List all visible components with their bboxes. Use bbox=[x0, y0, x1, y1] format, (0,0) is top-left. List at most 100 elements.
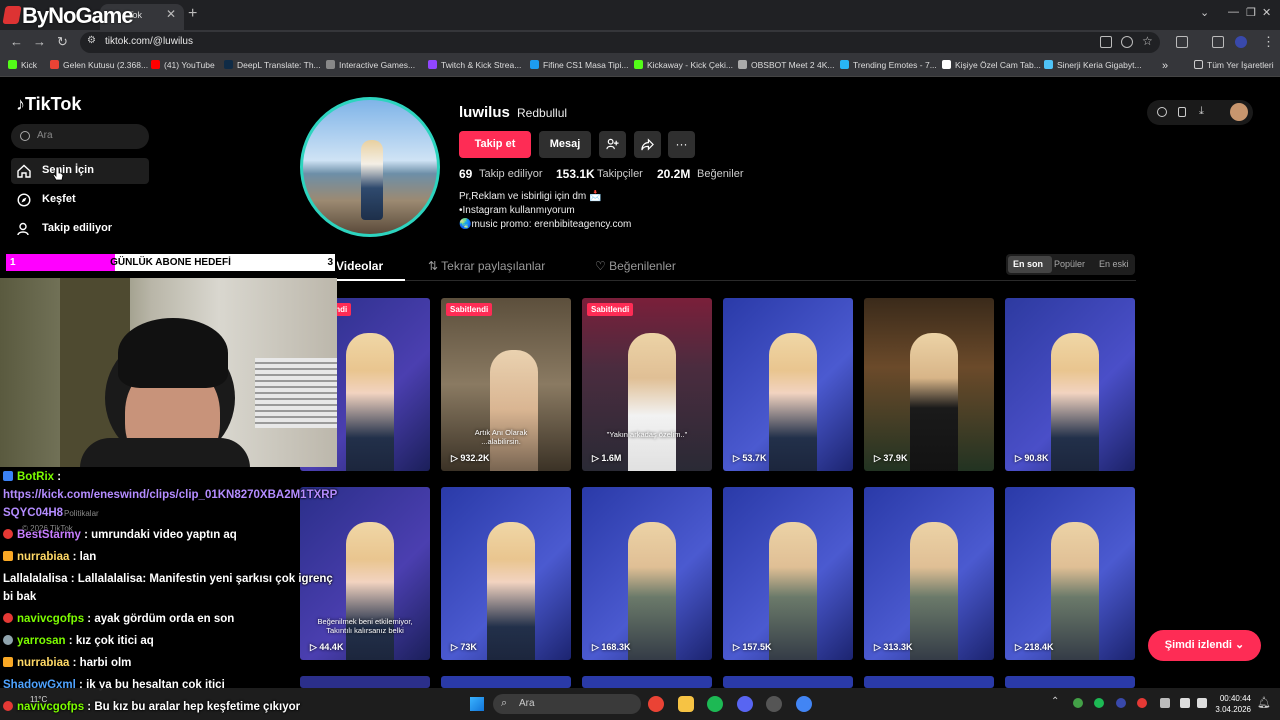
sort-latest[interactable]: En son bbox=[1013, 259, 1043, 269]
video-card[interactable] bbox=[300, 676, 430, 688]
url-field[interactable]: ⚙ tiktok.com/@luwilus bbox=[80, 32, 1160, 53]
tiktok-logo[interactable]: ♪TikTok bbox=[16, 94, 81, 115]
views-count: 168.3K bbox=[601, 642, 631, 652]
coins-icon[interactable] bbox=[1157, 107, 1167, 117]
minimize-icon[interactable]: — bbox=[1228, 6, 1239, 18]
tray-app-icon[interactable] bbox=[1073, 698, 1083, 708]
sidebar-item-following[interactable]: Takip ediliyor bbox=[11, 216, 149, 242]
tray-record-icon[interactable] bbox=[1137, 698, 1147, 708]
bookmark-item[interactable]: Interactive Games... bbox=[326, 60, 415, 70]
bookmark-item[interactable]: Twitch & Kick Strea... bbox=[428, 60, 521, 70]
search-input[interactable]: Ara bbox=[11, 124, 149, 149]
bookmark-label: Kişiye Özel Cam Tab... bbox=[955, 60, 1041, 70]
explorer-taskbar-icon[interactable] bbox=[678, 696, 694, 712]
tray-app-icon[interactable] bbox=[1160, 698, 1170, 708]
notification-bell-icon[interactable]: 🔔︎ bbox=[1257, 696, 1271, 709]
chrome-taskbar-icon[interactable] bbox=[648, 696, 664, 712]
tray-app-icon[interactable] bbox=[1116, 698, 1126, 708]
bookmark-item[interactable]: OBSBOT Meet 2 4K... bbox=[738, 60, 834, 70]
bookmark-item[interactable]: (41) YouTube bbox=[151, 60, 215, 70]
video-card[interactable]: ▷ 73K bbox=[441, 487, 571, 660]
video-card[interactable] bbox=[582, 676, 712, 688]
network-icon[interactable] bbox=[1180, 698, 1190, 708]
video-card[interactable]: ▷ 37.9K bbox=[864, 298, 994, 471]
obs-taskbar-icon[interactable] bbox=[766, 696, 782, 712]
bio-line[interactable]: 🌏music promo: erenbibiteagency.com bbox=[459, 219, 631, 230]
video-card[interactable] bbox=[723, 676, 853, 688]
bookmark-item[interactable]: Kick bbox=[8, 60, 37, 70]
more-options-button[interactable]: ··· bbox=[668, 131, 695, 158]
sidebar-item-explore[interactable]: Keşfet bbox=[11, 187, 149, 213]
video-card[interactable] bbox=[1005, 676, 1135, 688]
policies-link[interactable]: Politikalar bbox=[64, 509, 99, 518]
tray-expand-icon[interactable]: ⌃ bbox=[1051, 696, 1059, 707]
video-card[interactable]: Sabitlendi "Yakın arkadaş özelim.." ▷ 1.6M bbox=[582, 298, 712, 471]
bookmark-item[interactable]: Trending Emotes - 7... bbox=[840, 60, 937, 70]
discord-taskbar-icon[interactable] bbox=[737, 696, 753, 712]
extensions-icon[interactable] bbox=[1176, 36, 1188, 48]
message-button[interactable]: Mesaj bbox=[539, 131, 591, 158]
video-card[interactable]: ▷ 157.5K bbox=[723, 487, 853, 660]
follow-button[interactable]: Takip et bbox=[459, 131, 531, 158]
video-card[interactable]: ▷ 90.8K bbox=[1005, 298, 1135, 471]
tab-reposts[interactable]: ⇅ Tekrar paylaşılanlar bbox=[428, 259, 545, 273]
forward-icon[interactable]: → bbox=[33, 34, 46, 49]
views-count: 73K bbox=[460, 642, 477, 652]
device-icon[interactable] bbox=[1178, 107, 1186, 117]
volume-icon[interactable] bbox=[1197, 698, 1207, 708]
site-info-icon[interactable]: ⚙ bbox=[87, 35, 96, 46]
user-avatar[interactable] bbox=[1230, 103, 1248, 121]
bookmark-item[interactable]: Kişiye Özel Cam Tab... bbox=[942, 60, 1041, 70]
bookmark-star-icon[interactable]: ☆ bbox=[1142, 34, 1153, 48]
now-watched-button[interactable]: Şimdi izlendi ⌄ bbox=[1148, 630, 1261, 661]
close-tab-icon[interactable]: ✕ bbox=[166, 7, 176, 21]
video-card[interactable] bbox=[864, 676, 994, 688]
eye-off-icon[interactable] bbox=[1121, 36, 1133, 48]
close-window-icon[interactable]: ✕ bbox=[1262, 6, 1271, 19]
more-bookmarks-icon[interactable]: » bbox=[1162, 60, 1168, 72]
video-card[interactable]: ▷ 313.3K bbox=[864, 487, 994, 660]
bookmark-item[interactable]: Gelen Kutusu (2.368... bbox=[50, 60, 148, 70]
add-friend-button[interactable] bbox=[599, 131, 626, 158]
all-bookmarks-folder[interactable]: Tüm Yer İşaretleri bbox=[1194, 60, 1274, 70]
tab-liked[interactable]: ♡ Beğenilenler bbox=[595, 259, 676, 273]
video-card[interactable]: Sabitlendi Artık Anı Olarak ...alabilirsi… bbox=[441, 298, 571, 471]
new-tab-icon[interactable]: + bbox=[188, 5, 197, 23]
chrome-active-taskbar-icon[interactable] bbox=[796, 696, 812, 712]
video-card[interactable] bbox=[441, 676, 571, 688]
bookmarks-bar: Kick Gelen Kutusu (2.368... (41) YouTube… bbox=[0, 55, 1280, 77]
sidebar-item-for-you[interactable]: Senin İçin bbox=[11, 158, 149, 184]
video-card[interactable]: ▷ 53.7K bbox=[723, 298, 853, 471]
following-label[interactable]: Takip ediliyor bbox=[479, 168, 543, 180]
menu-icon[interactable]: ⋮ bbox=[1262, 34, 1275, 50]
back-icon[interactable]: ← bbox=[10, 34, 23, 49]
clock-date: 3.04.2026 bbox=[1215, 705, 1251, 714]
bookmark-item[interactable]: Sinerji Keria Gigabyt... bbox=[1044, 60, 1142, 70]
sort-popular[interactable]: Popüler bbox=[1054, 259, 1085, 269]
video-thumbnail bbox=[909, 521, 958, 660]
media-icon[interactable] bbox=[1212, 36, 1224, 48]
profile-avatar[interactable] bbox=[300, 97, 440, 237]
download-icon[interactable]: ⤓ bbox=[1199, 105, 1209, 117]
spotify-taskbar-icon[interactable] bbox=[707, 696, 723, 712]
sort-oldest[interactable]: En eski bbox=[1099, 259, 1129, 269]
bookmark-item[interactable]: Fifine CS1 Masa Tipi... bbox=[530, 60, 629, 70]
followers-label[interactable]: Takipçiler bbox=[597, 168, 643, 180]
video-views: ▷ 313.3K bbox=[874, 642, 913, 652]
windows-start-icon[interactable] bbox=[470, 697, 484, 711]
restore-icon[interactable]: ❐ bbox=[1246, 6, 1256, 19]
taskbar-clock[interactable]: 00:40:44 3.04.2026 bbox=[1213, 693, 1251, 715]
tray-spotify-icon[interactable] bbox=[1094, 698, 1104, 708]
profile-avatar[interactable] bbox=[1235, 36, 1247, 48]
video-card[interactable]: ▷ 168.3K bbox=[582, 487, 712, 660]
cast-icon[interactable] bbox=[1100, 36, 1112, 48]
tab-search-icon[interactable]: ⌄ bbox=[1200, 6, 1209, 19]
reload-icon[interactable]: ↻ bbox=[57, 34, 68, 50]
bookmark-item[interactable]: Kickaway - Kick Çeki... bbox=[634, 60, 733, 70]
share-button[interactable] bbox=[634, 131, 661, 158]
video-card[interactable]: ▷ 218.4K bbox=[1005, 487, 1135, 660]
bookmark-item[interactable]: DeepL Translate: Th... bbox=[224, 60, 321, 70]
taskbar-search[interactable]: ⌕ Ara bbox=[493, 694, 641, 714]
tab-videos[interactable]: Videolar bbox=[336, 259, 383, 273]
address-bar-row: ← → ↻ ⚙ tiktok.com/@luwilus ☆ ⋮ bbox=[0, 30, 1280, 55]
